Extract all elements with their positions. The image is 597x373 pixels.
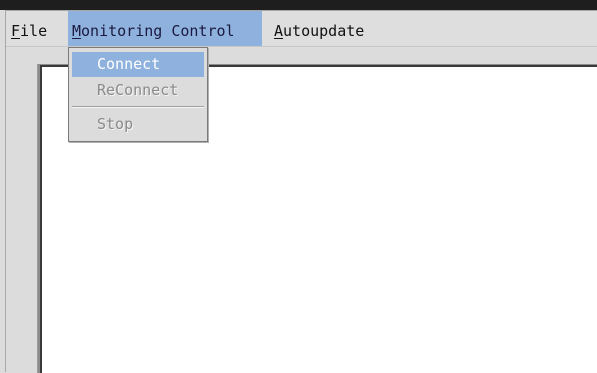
menu-item-reconnect-label: ReConnect <box>97 81 179 99</box>
menu-item-reconnect[interactable]: ReConnect <box>72 78 204 103</box>
menu-monitoring-control-label: Monitoring Control <box>72 22 235 40</box>
menu-item-stop-label: Stop <box>97 115 134 133</box>
menubar: File Monitoring Control Autoupdate <box>6 11 597 47</box>
menu-separator <box>72 106 204 108</box>
menu-file[interactable]: File <box>7 11 51 46</box>
title-bar-strip <box>0 0 597 10</box>
menu-item-stop[interactable]: Stop <box>72 112 204 137</box>
client-frame-edge <box>37 64 38 373</box>
app-window: File Monitoring Control Autoupdate Conne… <box>5 10 597 373</box>
menu-item-connect-label: Connect <box>97 55 161 73</box>
menu-autoupdate[interactable]: Autoupdate <box>270 11 368 46</box>
menu-autoupdate-label: Autoupdate <box>274 22 365 40</box>
menu-file-label: File <box>11 22 48 40</box>
monitoring-control-dropdown: Connect ReConnect Stop <box>68 47 208 142</box>
menu-item-connect[interactable]: Connect <box>72 52 204 77</box>
menu-monitoring-control[interactable]: Monitoring Control <box>68 11 262 46</box>
